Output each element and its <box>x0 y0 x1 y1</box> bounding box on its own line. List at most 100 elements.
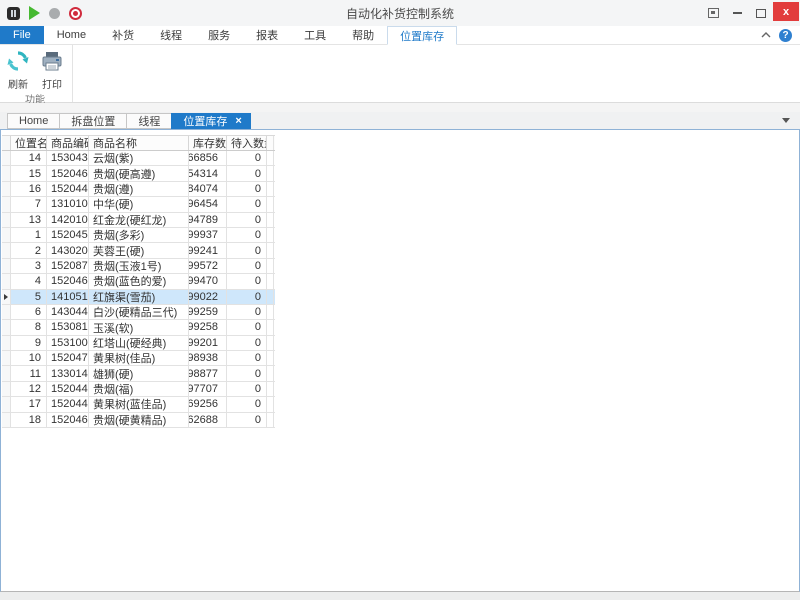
grid-cell: 13 <box>11 213 47 227</box>
grid-cell: 0 <box>227 228 267 242</box>
doc-tab-thread[interactable]: 线程 <box>126 113 171 129</box>
table-row[interactable]: 101520471黄果树(佳品)99989380 <box>2 351 275 366</box>
grid-cell: 999937 <box>189 228 227 242</box>
grid-row-filler <box>267 243 274 257</box>
grid-cell: 16 <box>11 182 47 196</box>
doc-tab-location-inventory-active[interactable]: 位置库存 × <box>171 113 250 129</box>
column-header-pending-qty[interactable]: 待入数量 <box>227 136 267 150</box>
grid-cell: 2 <box>11 243 47 257</box>
minimize-button[interactable] <box>725 0 749 26</box>
grid-cell: 1520442 <box>47 397 89 411</box>
collapse-ribbon-button[interactable] <box>761 31 771 39</box>
grid-cell: 1430204 <box>47 243 89 257</box>
window-style-button[interactable] <box>701 0 725 26</box>
grid-cell: 黄果树(蓝佳品) <box>89 397 189 411</box>
grid-cell: 0 <box>227 197 267 211</box>
file-menu-button[interactable]: File <box>0 26 44 44</box>
window-bottom-strip <box>0 592 800 600</box>
tab-list-dropdown-icon[interactable] <box>782 118 790 123</box>
ribbon-body: 刷新 打印 功能 <box>0 45 800 103</box>
ribbon-tab-replenish[interactable]: 补货 <box>99 26 147 44</box>
stop-icon[interactable] <box>49 8 60 19</box>
print-button-label: 打印 <box>42 76 62 91</box>
table-row[interactable]: 171520442黄果树(蓝佳品)692560 <box>2 397 275 412</box>
doc-tab-home[interactable]: Home <box>7 113 59 129</box>
grid-cell: 997707 <box>189 382 227 396</box>
table-row[interactable]: 111330149雄狮(硬)9988770 <box>2 366 275 381</box>
help-button[interactable]: ? <box>779 29 792 42</box>
ribbon-tab-thread[interactable]: 线程 <box>147 26 195 44</box>
table-row[interactable]: 21430204芙蓉王(硬)9992410 <box>2 243 275 258</box>
tab-page-content: 位置名称 商品编码 商品名称 库存数量 待入数量 141530430云烟(紫)9… <box>0 129 800 592</box>
grid-cell: 10 <box>11 351 47 365</box>
grid-row-filler <box>267 259 274 273</box>
grid-cell: 0 <box>227 166 267 180</box>
title-bar: 自动化补货控制系统 x <box>0 0 800 26</box>
grid-row-filler <box>267 197 274 211</box>
grid-cell: 贵烟(硬黄精品) <box>89 413 189 427</box>
ribbon-tab-report[interactable]: 报表 <box>243 26 291 44</box>
grid-cell: 1531002 <box>47 336 89 350</box>
grid-cell: 1330149 <box>47 366 89 380</box>
row-indicator-cell <box>2 336 11 350</box>
column-header-location[interactable]: 位置名称 <box>11 136 47 150</box>
grid-cell: 966856 <box>189 151 227 165</box>
tab-close-icon[interactable]: × <box>235 116 241 127</box>
ribbon-tab-location-inventory-active[interactable]: 位置库存 <box>387 26 457 45</box>
ribbon-group-functions: 刷新 打印 功能 <box>0 45 73 102</box>
ribbon-tab-tools[interactable]: 工具 <box>291 26 339 44</box>
grid-row-filler <box>267 182 274 196</box>
grid-cell: 芙蓉王(硬) <box>89 243 189 257</box>
grid-row-filler <box>267 228 274 242</box>
pause-icon[interactable] <box>7 7 20 20</box>
run-icon[interactable] <box>29 6 40 20</box>
grid-cell: 玉溪(软) <box>89 320 189 334</box>
close-button[interactable]: x <box>773 2 799 21</box>
grid-row-filler <box>267 305 274 319</box>
grid-row-filler <box>267 366 274 380</box>
table-row[interactable]: 81530814玉溪(软)9992580 <box>2 320 275 335</box>
table-row[interactable]: 61430441白沙(硬精品三代)9992590 <box>2 305 275 320</box>
table-row[interactable]: 131420102红金龙(硬红龙)9947890 <box>2 213 275 228</box>
grid-cell: 1410517 <box>47 290 89 304</box>
row-indicator-cell <box>2 228 11 242</box>
grid-cell: 0 <box>227 351 267 365</box>
table-row[interactable]: 161520445贵烟(遵)9840740 <box>2 182 275 197</box>
grid-cell: 0 <box>227 259 267 273</box>
table-row[interactable]: 141530430云烟(紫)9668560 <box>2 151 275 166</box>
ribbon-tab-service[interactable]: 服务 <box>195 26 243 44</box>
row-indicator-cell <box>2 305 11 319</box>
table-row[interactable]: 121520449贵烟(福)9977070 <box>2 382 275 397</box>
row-indicator-cell <box>2 351 11 365</box>
column-header-stock-qty[interactable]: 库存数量 <box>189 136 227 150</box>
grid-cell: 0 <box>227 413 267 427</box>
grid-cell: 红塔山(硬经典) <box>89 336 189 350</box>
table-row[interactable]: 91531002红塔山(硬经典)99992010 <box>2 336 275 351</box>
table-row[interactable]: 181520461贵烟(硬黄精品)626880 <box>2 413 275 428</box>
grid-cell: 18 <box>11 413 47 427</box>
ribbon-tab-home[interactable]: Home <box>44 26 99 44</box>
table-row[interactable]: 151520460贵烟(硬高遵)9543140 <box>2 166 275 181</box>
grid-cell: 0 <box>227 305 267 319</box>
refresh-button[interactable]: 刷新 <box>3 46 33 91</box>
row-indicator-cell <box>2 259 11 273</box>
print-button[interactable]: 打印 <box>37 46 67 91</box>
table-row[interactable]: 51410517红旗渠(雪茄)9990220 <box>2 290 275 305</box>
grid-row-filler <box>267 336 274 350</box>
doc-tab-unpack-location[interactable]: 拆盘位置 <box>59 113 126 129</box>
restore-button[interactable] <box>749 0 773 26</box>
chevron-up-icon <box>761 31 771 39</box>
grid-row-filler <box>267 382 274 396</box>
table-row[interactable]: 31520872贵烟(玉液1号)9995720 <box>2 259 275 274</box>
grid-cell: 0 <box>227 320 267 334</box>
column-header-product-name[interactable]: 商品名称 <box>89 136 189 150</box>
column-header-product-code[interactable]: 商品编码 <box>47 136 89 150</box>
record-icon[interactable] <box>69 7 82 20</box>
table-row[interactable]: 71310101中华(硬)9964540 <box>2 197 275 212</box>
ribbon-tab-help[interactable]: 帮助 <box>339 26 387 44</box>
table-row[interactable]: 11520455贵烟(多彩)9999370 <box>2 228 275 243</box>
grid-cell: 0 <box>227 290 267 304</box>
row-indicator-cell <box>2 397 11 411</box>
table-row[interactable]: 41520467贵烟(蓝色的爱)99994700 <box>2 274 275 289</box>
row-indicator-cell <box>2 151 11 165</box>
